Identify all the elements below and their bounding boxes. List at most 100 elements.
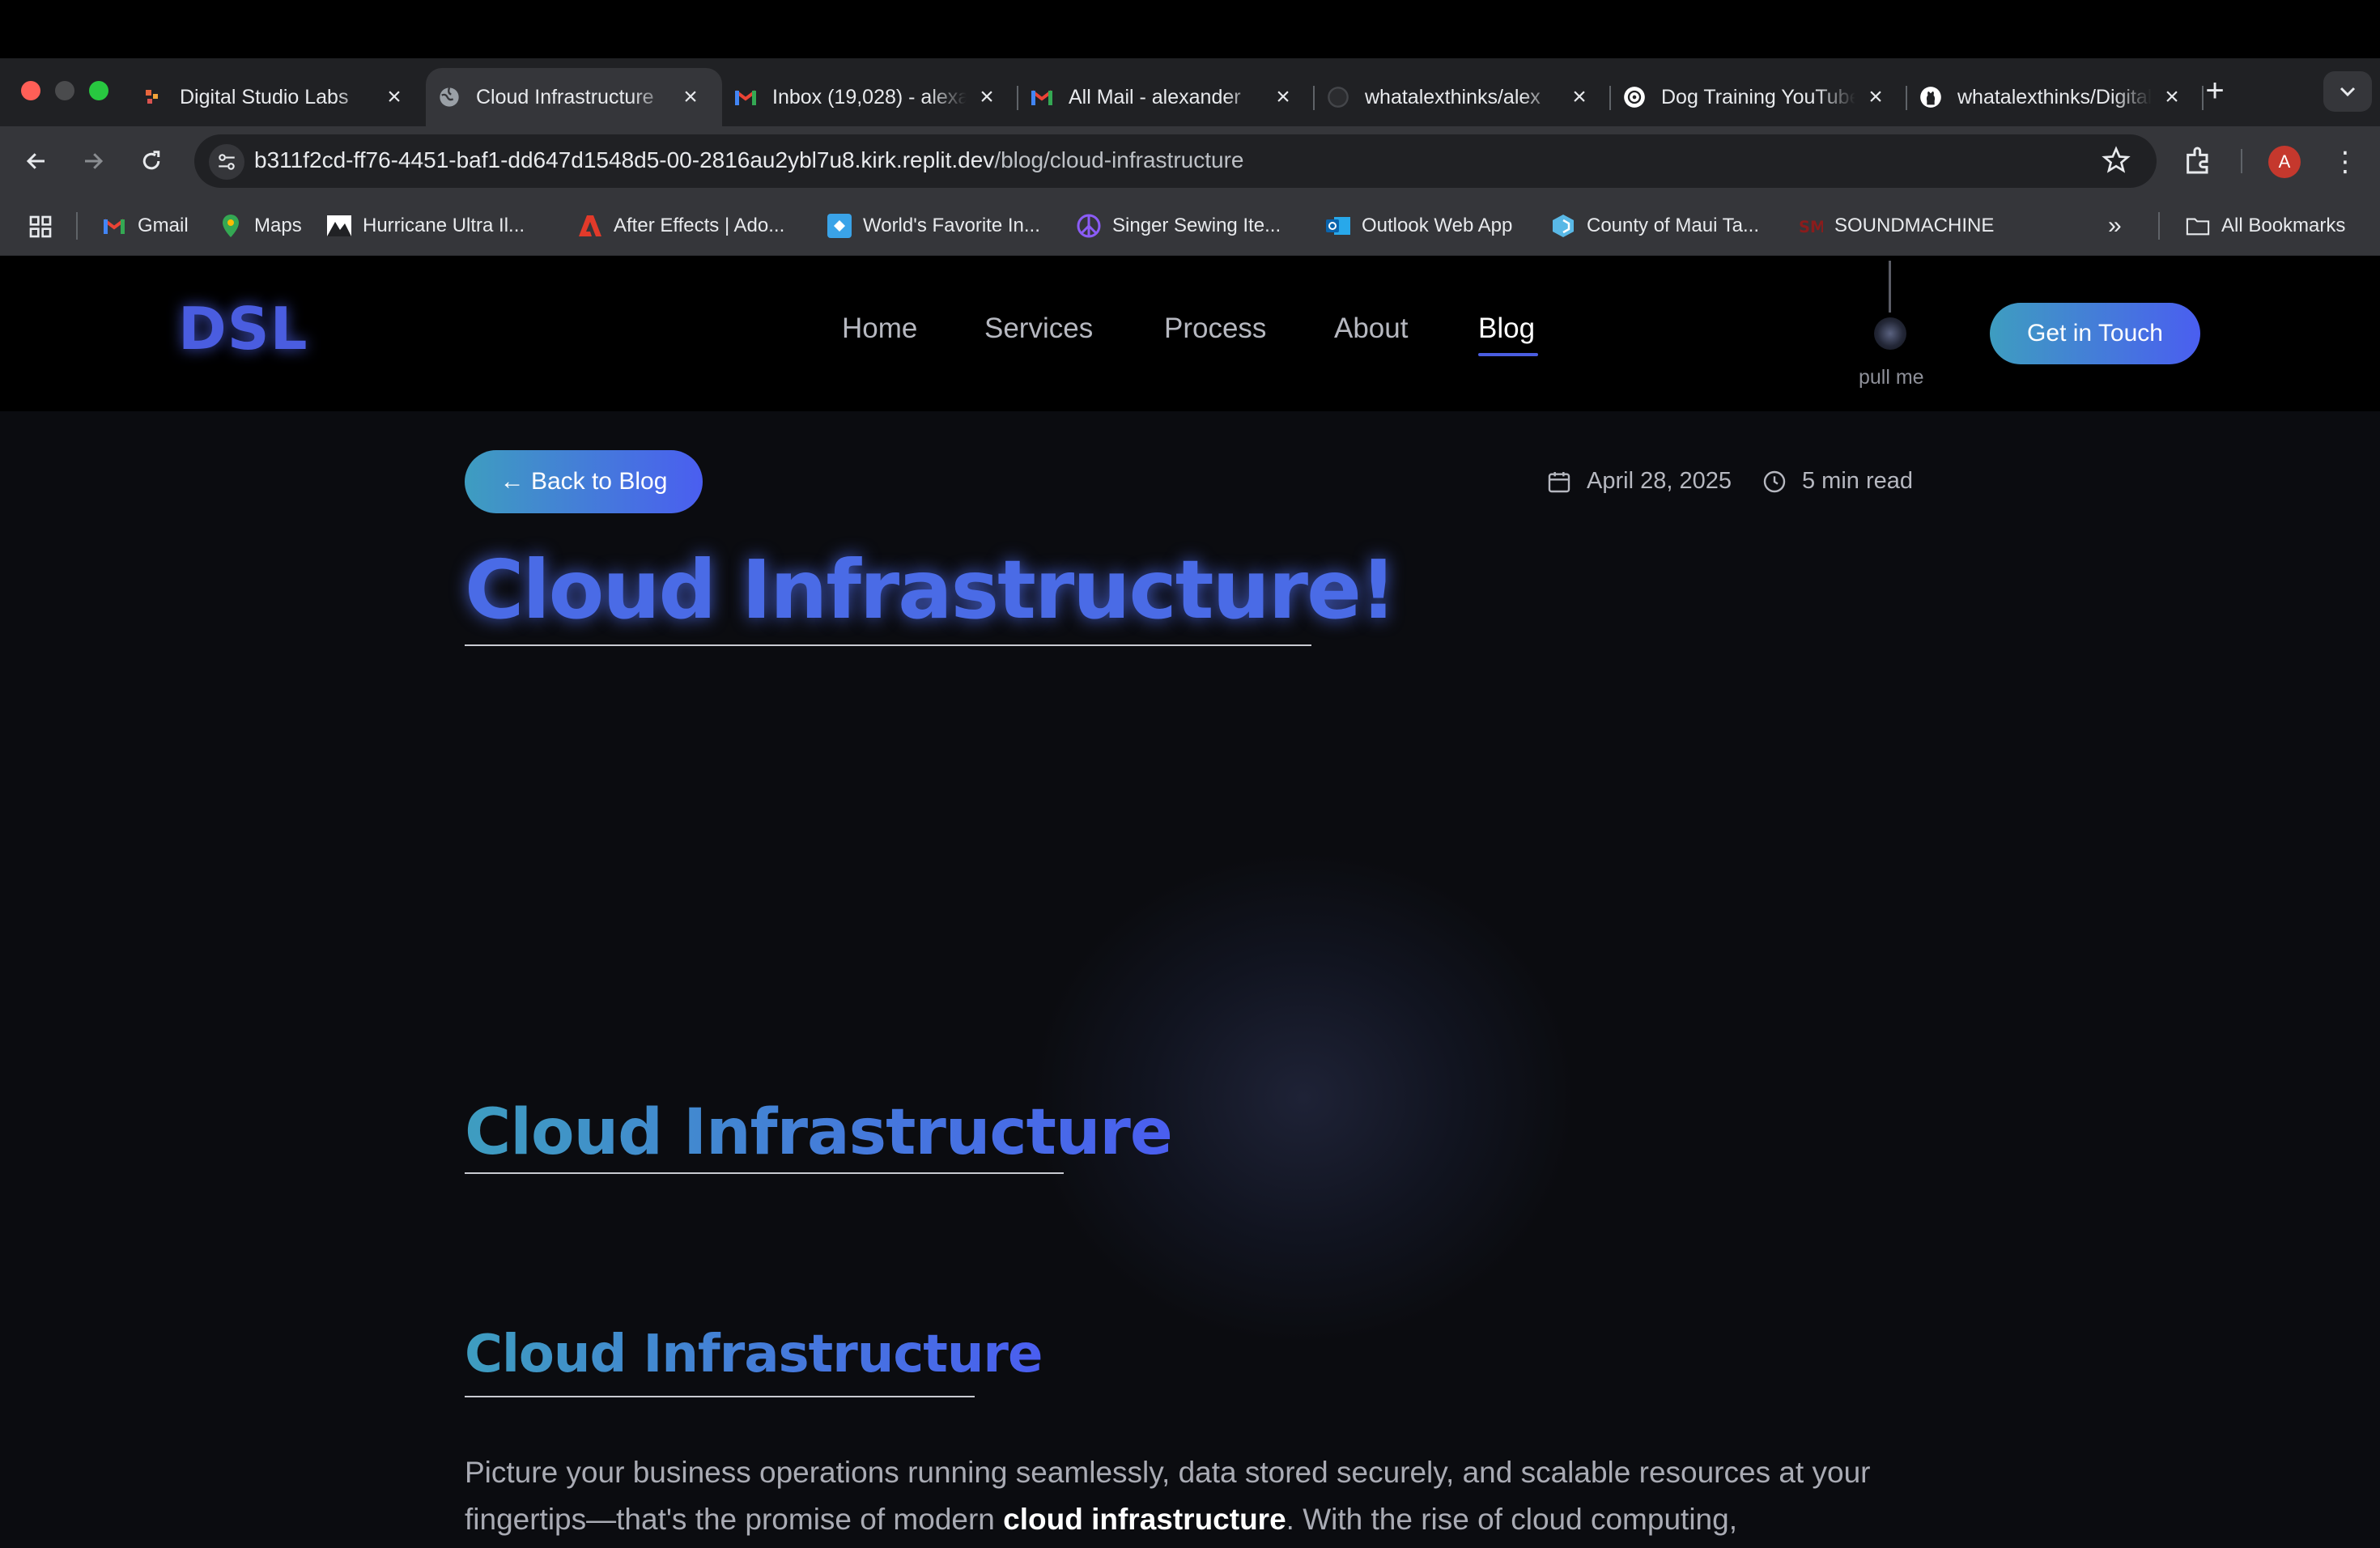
apps-grid-icon[interactable]	[28, 214, 53, 240]
dsl-favicon-icon	[141, 85, 165, 109]
github-icon	[1919, 85, 1943, 109]
post-date: April 28, 2025	[1546, 468, 1732, 495]
close-tab-icon[interactable]: ×	[2160, 85, 2184, 109]
post-title: Cloud Infrastructure!	[465, 542, 1397, 637]
tab-github-alex[interactable]: whatalexthinks/alex ×	[1315, 68, 1611, 126]
folder-icon	[2186, 214, 2210, 238]
window-controls	[21, 81, 108, 100]
peace-icon	[1077, 214, 1101, 238]
bookmark-label: SOUNDMACHINE	[1834, 215, 1995, 236]
star-icon	[2102, 146, 2131, 173]
bookmark-label: County of Maui Ta...	[1587, 215, 1759, 236]
tab-inbox[interactable]: Inbox (19,028) - alexander ×	[722, 68, 1018, 126]
arrow-right-icon	[85, 153, 104, 169]
paragraph-bold-text: cloud infrastructure	[1003, 1503, 1286, 1536]
minimize-window-button[interactable]	[55, 81, 74, 100]
tab-title: Dog Training YouTube	[1661, 85, 1855, 108]
chevron-down-icon	[2340, 87, 2356, 97]
arrow-left-icon	[26, 153, 45, 169]
read-time-text: 5 min read	[1802, 468, 1914, 494]
site-info-button[interactable]	[209, 144, 244, 180]
bookmark-label: Hurricane Ultra Il...	[363, 215, 525, 236]
tab-cloud-infrastructure[interactable]: Cloud Infrastructure ×	[426, 68, 722, 126]
maximize-window-button[interactable]	[89, 81, 108, 100]
bookmark-label: Singer Sewing Ite...	[1112, 215, 1281, 236]
svg-text:SM: SM	[1799, 218, 1823, 236]
bookmark-label: World's Favorite In...	[863, 215, 1040, 236]
nav-process[interactable]: Process	[1164, 313, 1266, 345]
github-icon	[1326, 85, 1350, 109]
globe-icon	[437, 85, 461, 109]
close-tab-icon[interactable]: ×	[1567, 85, 1592, 109]
site-logo[interactable]: DSL	[178, 295, 308, 363]
clock-icon	[1763, 470, 1786, 492]
nav-services[interactable]: Services	[984, 313, 1093, 345]
paragraph-text: . With the rise of cloud computing,	[1286, 1503, 1737, 1536]
bookmark-label: Gmail	[138, 215, 189, 236]
section-heading-2: Cloud Infrastructure	[465, 1325, 1043, 1384]
bookmark-maps[interactable]: Maps	[219, 212, 302, 240]
pull-cord	[1889, 261, 1891, 313]
profile-avatar[interactable]: A	[2268, 146, 2301, 178]
tab-dog-training[interactable]: Dog Training YouTube ×	[1611, 68, 1907, 126]
mountain-icon	[327, 214, 351, 238]
tab-title: whatalexthinks/alex	[1365, 85, 1541, 108]
tab-title: whatalexthinks/Digital	[1957, 85, 2152, 108]
browser-menu-icon[interactable]: ⋮	[2331, 146, 2359, 178]
tune-icon	[219, 154, 235, 170]
tab-all-mail[interactable]: All Mail - alexander ×	[1018, 68, 1315, 126]
tab-search-button[interactable]	[2323, 71, 2372, 112]
forward-button[interactable]	[74, 142, 112, 180]
nav-about[interactable]: About	[1334, 313, 1408, 345]
bookmark-singer[interactable]: Singer Sewing Ite...	[1077, 212, 1281, 240]
close-tab-icon[interactable]: ×	[382, 85, 406, 109]
puzzle-icon	[2187, 147, 2208, 174]
bookmark-gmail[interactable]: Gmail	[102, 212, 189, 240]
bookmark-separator	[76, 212, 78, 240]
tab-strip: Digital Studio Labs × Cloud Infrastructu…	[130, 68, 2204, 126]
bookmark-separator	[2158, 212, 2160, 240]
bookmark-county-maui[interactable]: County of Maui Ta...	[1551, 212, 1759, 240]
heading-underline	[465, 1396, 975, 1397]
gmail-icon	[102, 214, 126, 238]
close-tab-icon[interactable]: ×	[975, 85, 999, 109]
bookmark-after-effects[interactable]: After Effects | Ado...	[578, 212, 784, 240]
gmail-icon	[1030, 85, 1054, 109]
close-tab-icon[interactable]: ×	[678, 85, 703, 109]
close-tab-icon[interactable]: ×	[1864, 85, 1888, 109]
pull-me-label: pull me	[1859, 366, 1924, 389]
tab-github-digital[interactable]: whatalexthinks/Digital ×	[1907, 68, 2204, 126]
all-bookmarks-button[interactable]: All Bookmarks	[2186, 212, 2345, 240]
tab-digital-studio-labs[interactable]: Digital Studio Labs ×	[130, 68, 426, 126]
url-text[interactable]: b311f2cd-ff76-4451-baf1-dd647d1548d5-00-…	[254, 147, 1243, 173]
bookmark-worlds-favorite[interactable]: World's Favorite In...	[827, 212, 1040, 240]
tab-title: Inbox (19,028) - alexander	[772, 85, 967, 108]
new-tab-button[interactable]: +	[2199, 74, 2231, 107]
nav-home[interactable]: Home	[842, 313, 917, 345]
nav-blog[interactable]: Blog	[1478, 313, 1535, 345]
nav-active-indicator	[1478, 353, 1538, 356]
bookmark-soundmachine[interactable]: SM SOUNDMACHINE	[1799, 212, 1994, 240]
bookmark-label: Outlook Web App	[1362, 215, 1513, 236]
sm-logo-icon: SM	[1799, 214, 1823, 238]
bookmark-star-button[interactable]	[2102, 146, 2134, 178]
back-to-blog-button[interactable]: ← Back to Blog	[465, 450, 703, 513]
calendar-icon	[1548, 471, 1570, 492]
pull-knob[interactable]	[1874, 317, 1906, 350]
reload-button[interactable]	[133, 142, 170, 180]
extensions-button[interactable]	[2182, 144, 2218, 180]
close-window-button[interactable]	[21, 81, 40, 100]
more-bookmarks-icon[interactable]: »	[2108, 212, 2122, 240]
post-date-text: April 28, 2025	[1587, 468, 1732, 494]
toolbar-separator	[2241, 149, 2242, 173]
bookmark-outlook[interactable]: Outlook Web App	[1326, 212, 1512, 240]
page-background	[0, 256, 2380, 1548]
close-tab-icon[interactable]: ×	[1271, 85, 1295, 109]
bookmark-hurricane[interactable]: Hurricane Ultra Il...	[327, 212, 525, 240]
map-pin-icon	[219, 214, 243, 238]
screen-top-strip	[0, 0, 2380, 58]
back-button[interactable]	[18, 142, 55, 180]
tab-title: Cloud Infrastructure	[476, 85, 654, 108]
get-in-touch-button[interactable]: Get in Touch	[1990, 303, 2200, 364]
bookmark-label: After Effects | Ado...	[614, 215, 785, 236]
